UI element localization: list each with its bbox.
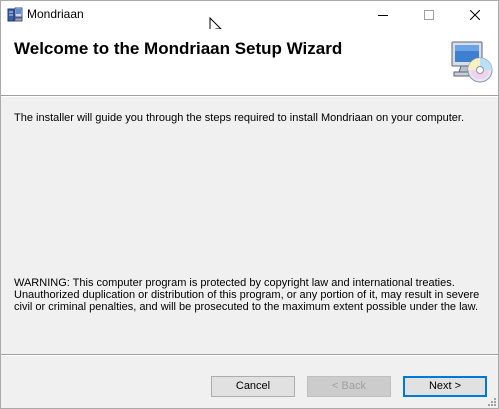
close-icon	[470, 10, 480, 20]
copyright-warning: WARNING: This computer program is protec…	[14, 277, 480, 313]
setup-wizard-window: Mondriaan Welcome to the Mondriaan Setup…	[0, 0, 499, 409]
intro-text: The installer will guide you through the…	[14, 112, 465, 124]
resize-grip-icon[interactable]	[486, 396, 497, 407]
installer-app-icon	[7, 7, 23, 22]
maximize-button[interactable]	[406, 1, 452, 29]
title-bar[interactable]: Mondriaan	[1, 1, 498, 38]
footer-divider-highlight	[1, 355, 498, 356]
close-button[interactable]	[452, 1, 498, 29]
maximize-icon	[424, 10, 434, 20]
banner-title: Welcome to the Mondriaan Setup Wizard	[14, 39, 343, 58]
wizard-banner: Welcome to the Mondriaan Setup Wizard	[1, 29, 498, 95]
minimize-icon	[378, 15, 388, 16]
minimize-button[interactable]	[360, 1, 406, 29]
banner-divider-highlight	[1, 96, 498, 97]
cancel-button[interactable]: Cancel	[211, 376, 295, 397]
back-button[interactable]: < Back	[307, 376, 391, 397]
window-title: Mondriaan	[27, 7, 84, 21]
next-button[interactable]: Next >	[403, 376, 487, 397]
computer-cd-icon	[451, 41, 493, 83]
